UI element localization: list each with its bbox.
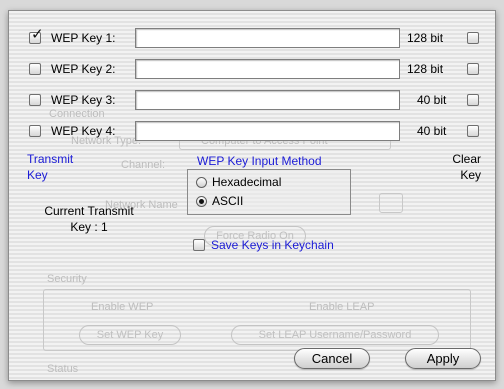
transmit-key-header-line2: Key [27,168,48,182]
ghost-set-leap-button: Set LEAP Username/Password [231,325,439,345]
clear-key-3-checkbox[interactable] [467,94,479,106]
hexadecimal-label: Hexadecimal [212,175,282,189]
wep-key-2-input[interactable] [135,59,400,79]
apply-button[interactable]: Apply [405,348,481,369]
hexadecimal-radio[interactable] [196,177,207,188]
clear-key-1-checkbox[interactable] [467,32,479,44]
ghost-channel-label: Channel: [121,159,166,171]
save-keychain-label[interactable]: Save Keys in Keychain [211,238,334,252]
transmit-key-2-checkbox[interactable] [29,63,41,75]
wep-key-1-bits: 128 bit [407,31,444,45]
ghost-enable-wep-label: Enable WEP [91,301,154,313]
cancel-button[interactable]: Cancel [294,348,370,369]
ghost-network-name-popup [379,193,403,213]
ghost-status-label: Status [47,363,79,375]
ghost-security-label: Security [47,273,87,285]
wep-key-sheet: Connection Network Type: Computer to Acc… [8,10,496,381]
radio-selected-dot-icon [199,199,204,204]
current-transmit-key: Current Transmit Key : 1 [33,203,145,235]
transmit-key-header-line1: Transmit [27,152,74,166]
wep-key-3-bits: 40 bit [417,93,447,107]
wep-key-3-label: WEP Key 3: [51,93,116,107]
transmit-key-1-checkbox[interactable]: ✓ [29,27,44,44]
clear-key-2-checkbox[interactable] [467,63,479,75]
clear-key-header-line2: Key [460,168,481,182]
current-transmit-line2: Key : 1 [70,220,108,234]
ascii-radio[interactable] [196,196,207,207]
ascii-label: ASCII [212,194,244,208]
wep-key-3-input[interactable] [135,90,400,110]
save-keychain-checkbox[interactable] [193,239,205,251]
transmit-key-3-checkbox[interactable] [29,94,41,106]
checkmark-icon: ✓ [31,26,44,43]
wep-key-4-label: WEP Key 4: [51,124,116,138]
clear-key-header: Clear Key [439,151,481,183]
wep-key-1-label: WEP Key 1: [51,31,116,45]
ghost-enable-leap-label: Enable LEAP [309,301,375,313]
input-method-title: WEP Key Input Method [197,154,322,168]
wep-key-2-bits: 128 bit [407,62,444,76]
transmit-key-4-checkbox[interactable] [29,125,41,137]
wep-key-1-input[interactable] [135,28,400,48]
ghost-set-wep-key-button: Set WEP Key [79,325,181,345]
input-method-group: Hexadecimal ASCII [187,169,351,215]
ghost-connection-label: Connection [49,108,105,120]
current-transmit-line1: Current Transmit [44,204,134,218]
clear-key-header-line1: Clear [452,152,481,166]
wep-key-4-input[interactable] [135,121,400,141]
wep-key-4-bits: 40 bit [417,124,447,138]
clear-key-4-checkbox[interactable] [467,125,479,137]
wep-key-2-label: WEP Key 2: [51,62,116,76]
transmit-key-header: Transmit Key [27,151,73,183]
